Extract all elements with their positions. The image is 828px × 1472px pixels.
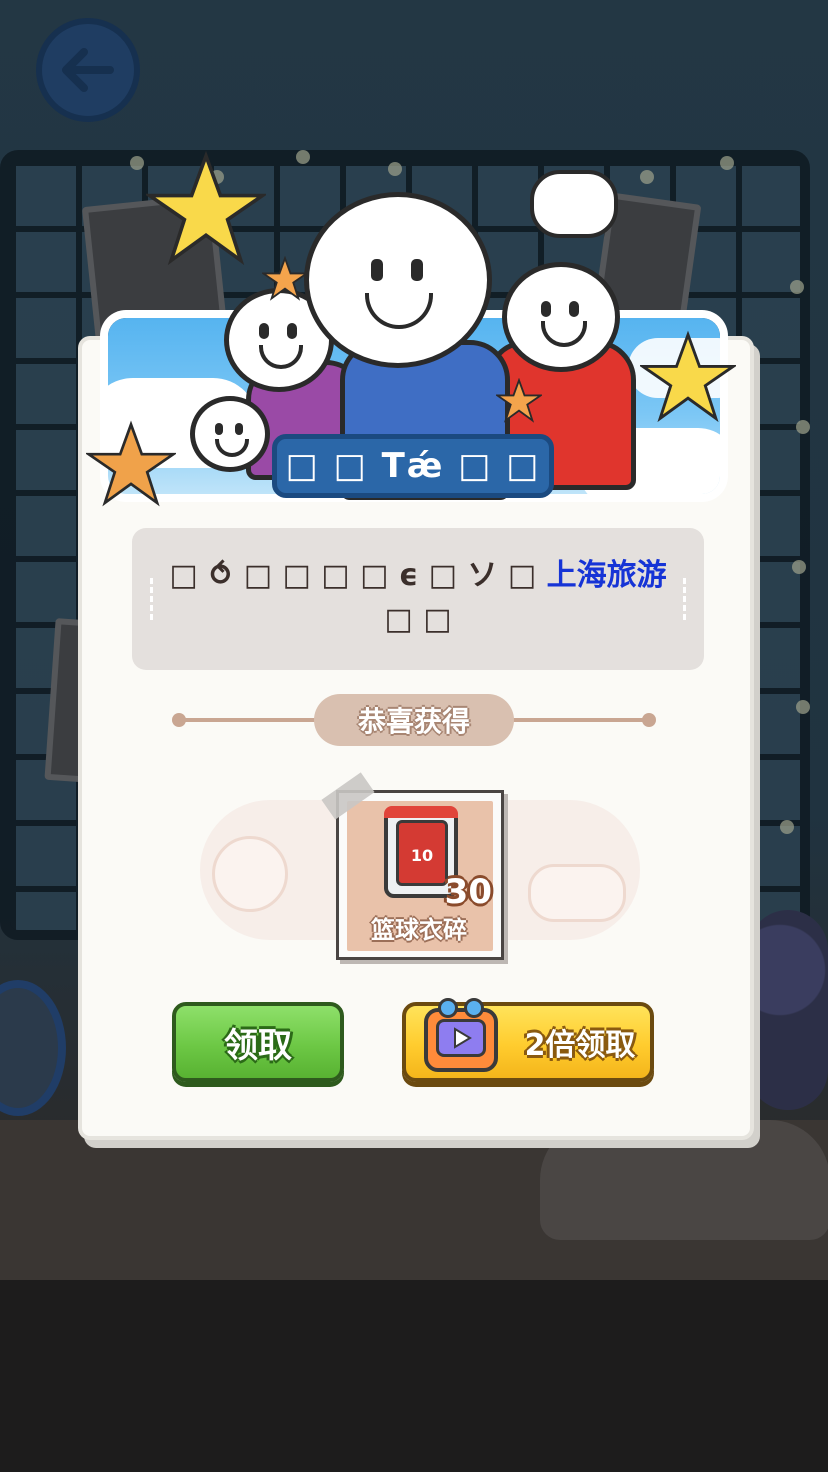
string-light bbox=[792, 560, 806, 574]
eye bbox=[215, 423, 223, 435]
star-icon bbox=[86, 420, 176, 507]
string-light bbox=[796, 700, 810, 714]
tv-screen bbox=[436, 1019, 486, 1057]
divider-line bbox=[508, 718, 648, 722]
double-claim-button[interactable]: 2倍领取 bbox=[402, 998, 654, 1082]
arrow-left-icon bbox=[62, 48, 114, 92]
dialog-title: □ □ Tǽ □ □ bbox=[285, 446, 541, 486]
bag-seal bbox=[384, 806, 458, 818]
faint-cat bbox=[528, 864, 626, 922]
message-ticket: □ ⥀ □ □ □ □ ϵ □ ソ □ 上海旅游 □ □ bbox=[132, 528, 704, 670]
flying-cat bbox=[530, 170, 618, 238]
mouth bbox=[365, 293, 433, 329]
claim-button[interactable]: 领取 bbox=[172, 1002, 344, 1082]
mouth bbox=[541, 321, 587, 347]
eye bbox=[259, 323, 269, 339]
background-plant bbox=[748, 910, 828, 1110]
character-head bbox=[502, 262, 620, 372]
string-light bbox=[796, 420, 810, 434]
string-light bbox=[296, 150, 310, 164]
star-icon bbox=[262, 256, 308, 301]
string-light bbox=[130, 156, 144, 170]
back-button[interactable] bbox=[36, 18, 140, 122]
mouth bbox=[259, 345, 303, 369]
tv-play-icon bbox=[424, 998, 498, 1072]
reward-quantity: 30 bbox=[444, 872, 492, 912]
string-light bbox=[780, 820, 794, 834]
star-icon bbox=[640, 330, 736, 423]
string-light bbox=[640, 170, 654, 184]
background-sleeping-cat bbox=[540, 1120, 828, 1240]
message-text: □ ⥀ □ □ □ □ ϵ □ ソ □ 上海旅游 □ □ bbox=[152, 554, 684, 642]
play-icon bbox=[454, 1027, 472, 1049]
eye bbox=[569, 301, 579, 317]
reward-item-name: 篮球衣碎 bbox=[371, 916, 467, 944]
message-highlight: 上海旅游 bbox=[546, 558, 667, 593]
string-light bbox=[790, 280, 804, 294]
double-claim-label: 2倍领取 bbox=[524, 1028, 636, 1063]
string-light bbox=[720, 156, 734, 170]
message-suffix: □ □ bbox=[384, 602, 452, 637]
claim-button-label: 领取 bbox=[224, 1025, 292, 1066]
character-head bbox=[190, 396, 270, 472]
eye bbox=[371, 259, 383, 281]
divider-line bbox=[180, 718, 320, 722]
character-head bbox=[304, 192, 492, 368]
tv-antenna bbox=[464, 998, 484, 1018]
eye bbox=[541, 301, 551, 317]
mouth bbox=[215, 439, 249, 457]
eye bbox=[411, 259, 423, 281]
tv-antenna bbox=[438, 998, 458, 1018]
string-light bbox=[388, 162, 402, 176]
congrats-label: 恭喜获得 bbox=[314, 694, 514, 746]
star-icon bbox=[496, 378, 542, 423]
eye bbox=[235, 423, 243, 435]
faint-character bbox=[212, 836, 288, 912]
background-floor bbox=[0, 1280, 828, 1472]
message-prefix: □ ⥀ □ □ □ □ ϵ □ ソ □ bbox=[169, 558, 547, 593]
star-icon bbox=[146, 150, 266, 266]
divider-dot bbox=[642, 713, 656, 727]
eye bbox=[287, 323, 297, 339]
dialog-title-plate: □ □ Tǽ □ □ bbox=[272, 434, 554, 498]
